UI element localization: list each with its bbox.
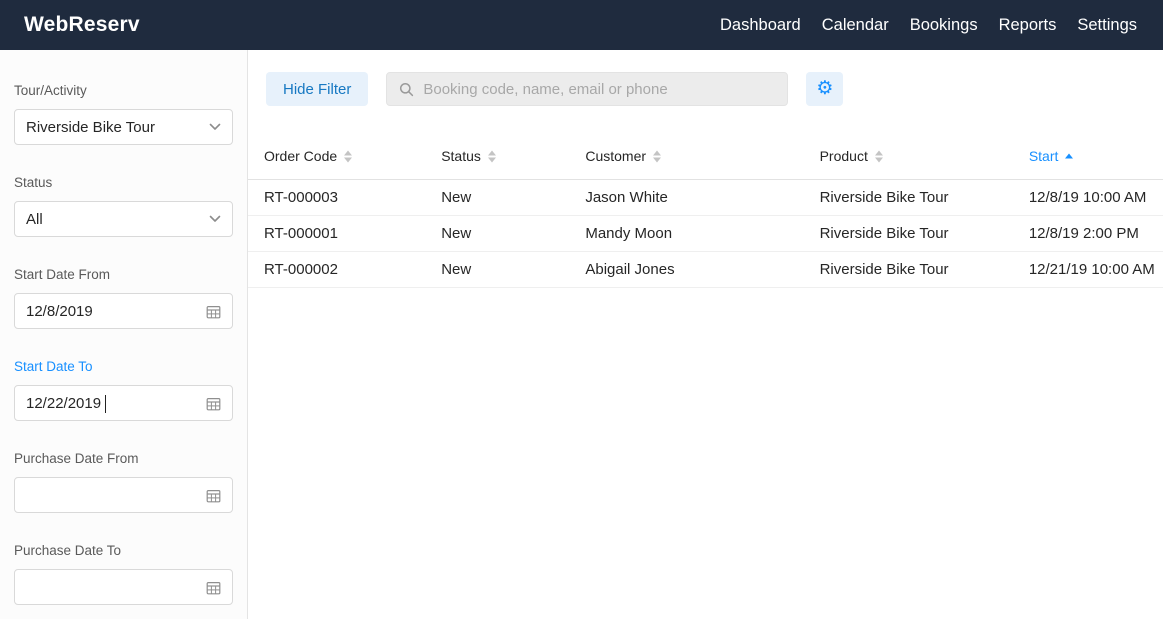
cell-status: New [425, 179, 570, 216]
filter-purchase-date-from: Purchase Date From [14, 451, 233, 513]
table-row[interactable]: RT-000003 New Jason White Riverside Bike… [248, 179, 1163, 216]
filter-purchase-date-to: Purchase Date To [14, 543, 233, 605]
toolbar: Hide Filter ⚙ [248, 50, 1163, 106]
col-label: Order Code [264, 147, 338, 164]
hide-filter-button[interactable]: Hide Filter [266, 72, 369, 106]
cell-product: Riverside Bike Tour [803, 179, 1013, 216]
calendar-icon[interactable] [206, 580, 221, 595]
page-body: Tour/Activity Riverside Bike Tour Status… [0, 50, 1163, 619]
purchase-date-from-field [14, 477, 233, 513]
status-value: All [26, 210, 43, 228]
sort-asc-icon [1065, 153, 1074, 159]
sort-icons [653, 150, 662, 163]
main-content: Hide Filter ⚙ Order Code [248, 50, 1163, 619]
purchase-date-from-label: Purchase Date From [14, 451, 139, 466]
col-label: Status [441, 147, 481, 164]
start-date-from-input[interactable] [26, 302, 206, 320]
filter-start-date-from: Start Date From [14, 267, 233, 329]
cell-customer: Jason White [569, 179, 804, 216]
calendar-icon[interactable] [206, 396, 221, 411]
chevron-down-icon [209, 123, 221, 131]
calendar-icon[interactable] [206, 488, 221, 503]
cell-order-code: RT-000001 [248, 215, 426, 252]
col-header-start[interactable]: Start [1012, 133, 1163, 180]
cell-product: Riverside Bike Tour [803, 215, 1013, 252]
sort-icons [344, 150, 353, 163]
calendar-icon[interactable] [206, 304, 221, 319]
status-select[interactable]: All [14, 201, 233, 237]
search-input[interactable] [423, 80, 776, 98]
start-date-to-field [14, 385, 233, 421]
col-header-customer[interactable]: Customer [569, 133, 804, 180]
search-icon [399, 82, 414, 97]
table-row[interactable]: RT-000001 New Mandy Moon Riverside Bike … [248, 215, 1163, 252]
cell-order-code: RT-000003 [248, 179, 426, 216]
cell-customer: Abigail Jones [569, 251, 804, 288]
start-date-from-label: Start Date From [14, 267, 111, 282]
gear-icon: ⚙ [816, 78, 834, 99]
cell-status: New [425, 215, 570, 252]
start-date-from-field [14, 293, 233, 329]
purchase-date-to-field [14, 569, 233, 605]
brand-logo[interactable]: WebReserv [24, 13, 140, 37]
cell-customer: Mandy Moon [569, 215, 804, 252]
tour-activity-value: Riverside Bike Tour [26, 118, 155, 136]
purchase-date-from-input[interactable] [26, 486, 206, 504]
sort-icons [874, 150, 883, 163]
purchase-date-to-label: Purchase Date To [14, 543, 122, 558]
filter-status: Status All [14, 175, 233, 237]
text-cursor [105, 395, 106, 413]
start-date-to-input[interactable] [26, 394, 206, 412]
tour-activity-label: Tour/Activity [14, 83, 87, 98]
table-body: RT-000003 New Jason White Riverside Bike… [248, 179, 1163, 288]
filter-start-date-to: Start Date To [14, 359, 233, 421]
cell-start: 12/8/19 10:00 AM [1012, 179, 1163, 216]
filter-sidebar: Tour/Activity Riverside Bike Tour Status… [0, 50, 248, 619]
nav-dashboard[interactable]: Dashboard [720, 16, 801, 35]
col-label: Customer [585, 147, 647, 164]
cell-start: 12/8/19 2:00 PM [1012, 215, 1163, 252]
filter-tour-activity: Tour/Activity Riverside Bike Tour [14, 83, 233, 145]
col-header-status[interactable]: Status [425, 133, 570, 180]
bookings-table: Order Code Status Customer Product Start… [248, 133, 1163, 288]
cell-status: New [425, 251, 570, 288]
col-label: Start [1028, 147, 1059, 164]
col-label: Product [819, 147, 868, 164]
purchase-date-to-input[interactable] [26, 578, 206, 596]
sort-icons [487, 150, 496, 163]
table-row[interactable]: RT-000002 New Abigail Jones Riverside Bi… [248, 251, 1163, 288]
search-box [386, 72, 789, 106]
cell-start: 12/21/19 10:00 AM [1012, 251, 1163, 288]
col-header-product[interactable]: Product [803, 133, 1013, 180]
top-navbar: WebReserv Dashboard Calendar Bookings Re… [0, 0, 1163, 50]
cell-product: Riverside Bike Tour [803, 251, 1013, 288]
cell-order-code: RT-000002 [248, 251, 426, 288]
nav-calendar[interactable]: Calendar [822, 16, 889, 35]
main-nav: Dashboard Calendar Bookings Reports Sett… [720, 16, 1137, 35]
settings-gear-button[interactable]: ⚙ [806, 72, 844, 106]
col-header-order-code[interactable]: Order Code [248, 133, 426, 180]
start-date-to-label: Start Date To [14, 359, 93, 374]
tour-activity-select[interactable]: Riverside Bike Tour [14, 109, 233, 145]
chevron-down-icon [209, 215, 221, 223]
nav-settings[interactable]: Settings [1077, 16, 1137, 35]
nav-reports[interactable]: Reports [999, 16, 1057, 35]
nav-bookings[interactable]: Bookings [910, 16, 978, 35]
table-header: Order Code Status Customer Product Start [248, 133, 1163, 180]
status-label: Status [14, 175, 53, 190]
